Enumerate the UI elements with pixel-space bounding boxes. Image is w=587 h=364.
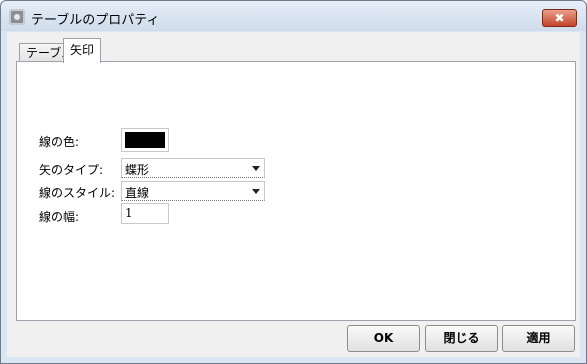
arrow-type-select[interactable]: 蝶形: [121, 158, 265, 178]
ok-button[interactable]: OK: [347, 325, 420, 352]
chevron-down-icon: [252, 189, 260, 194]
line-width-value: 1: [125, 206, 133, 220]
line-color-label: 線の色:: [39, 135, 80, 149]
line-width-input[interactable]: 1: [121, 203, 169, 224]
apply-button[interactable]: 適用: [502, 325, 575, 352]
close-button[interactable]: 閉じる: [425, 325, 498, 352]
line-color-swatch: [125, 132, 165, 148]
close-icon: ✖: [554, 11, 565, 25]
tab-panel-arrow: 線の色: 矢のタイプ: 蝶形 線のスタイル: 直線 線の幅: 1: [16, 61, 576, 321]
chevron-down-icon: [252, 166, 260, 171]
properties-dialog: テーブルのプロパティ ✖ テーブル 矢印 線の色: 矢のタイプ: 蝶形 線のスタ…: [0, 0, 587, 364]
arrow-type-label: 矢のタイプ:: [39, 163, 104, 177]
line-width-label: 線の幅:: [39, 210, 80, 224]
close-window-button[interactable]: ✖: [542, 9, 577, 27]
line-style-value: 直線: [125, 186, 150, 200]
title-bar: テーブルのプロパティ ✖: [1, 1, 586, 31]
line-color-picker[interactable]: [121, 128, 169, 152]
line-style-select[interactable]: 直線: [121, 181, 265, 201]
arrow-type-value: 蝶形: [125, 163, 150, 177]
window-title: テーブルのプロパティ: [31, 13, 160, 28]
settings-gear-icon: [9, 9, 25, 25]
line-style-label: 線のスタイル:: [39, 186, 116, 200]
tab-arrow[interactable]: 矢印: [63, 38, 102, 63]
dialog-client-area: テーブル 矢印 線の色: 矢のタイプ: 蝶形 線のスタイル: 直線 線の幅: 1…: [7, 32, 580, 357]
